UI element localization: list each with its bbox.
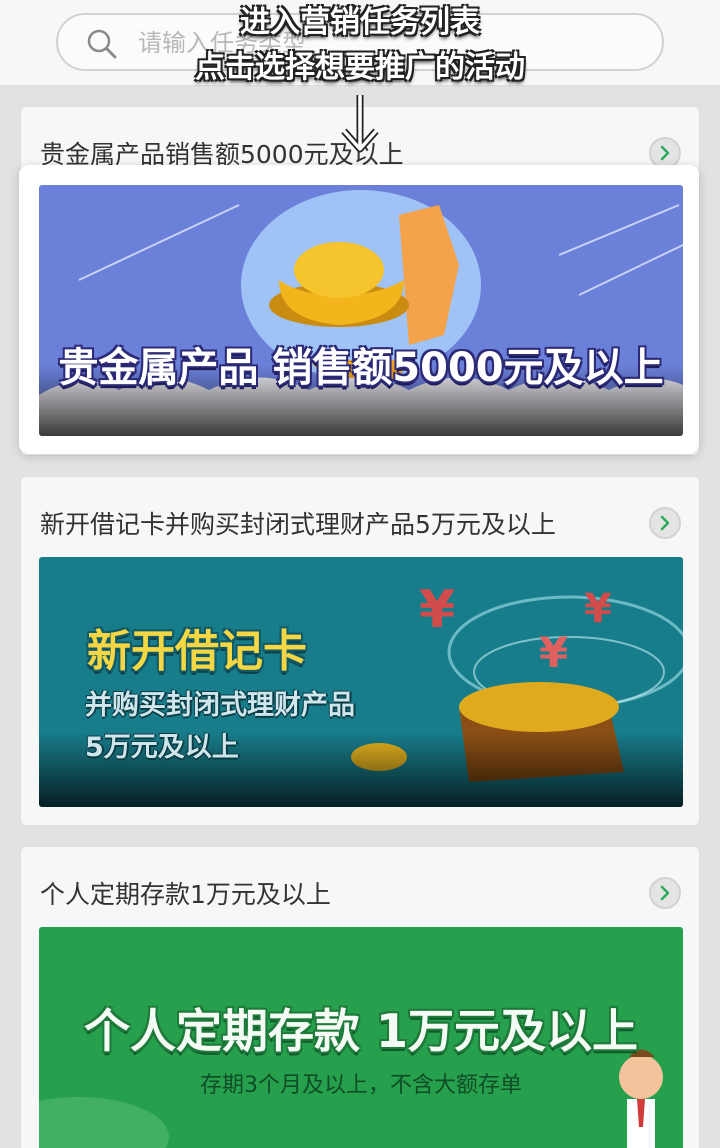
arrow-down-icon (341, 95, 379, 153)
task-title: 个人定期存款1万元及以上 (40, 880, 331, 909)
svg-text:¥: ¥ (419, 580, 455, 640)
annotation-line-2: 点击选择想要推广的活动 (195, 50, 525, 85)
banner-subline: 5万元及以上 (85, 732, 239, 763)
task-title: 新开借记卡并购买封闭式理财产品5万元及以上 (40, 510, 556, 539)
banner-subline: 并购买封闭式理财产品 (85, 690, 355, 721)
banner-illustration: ¥ ¥ ¥ (39, 580, 683, 807)
task-banner[interactable]: 贵金属产品 销售额5000元及以上 (39, 185, 683, 436)
svg-text:¥: ¥ (539, 628, 568, 677)
banner-illustration (39, 190, 683, 436)
banner-headline: 个人定期存款 1万元及以上 (83, 1004, 639, 1058)
banner-headline: 新开借记卡 (87, 626, 307, 677)
task-banner[interactable]: ¥ ¥ ¥ 新开借记卡 并购买封闭式理财产品 5万元及以上 (39, 557, 683, 807)
chevron-right-icon[interactable] (649, 877, 681, 909)
annotation-line-1: 进入营销任务列表 (240, 5, 480, 40)
svg-text:¥: ¥ (584, 586, 612, 632)
task-banner[interactable]: 个人定期存款 1万元及以上 存期3个月及以上，不含大额存单 (39, 927, 683, 1148)
banner-headline: 贵金属产品 销售额5000元及以上 (58, 345, 664, 391)
task-card[interactable]: 个人定期存款1万元及以上 个人定期存款 1万元及以上 存期3个月及以上，不含大额… (20, 846, 700, 1148)
task-card[interactable]: 新开借记卡并购买封闭式理财产品5万元及以上 ¥ ¥ ¥ 新开借记卡 并购买封闭式… (20, 476, 700, 826)
banner-subline: 存期3个月及以上，不含大额存单 (200, 1073, 522, 1098)
chevron-right-icon[interactable] (649, 507, 681, 539)
